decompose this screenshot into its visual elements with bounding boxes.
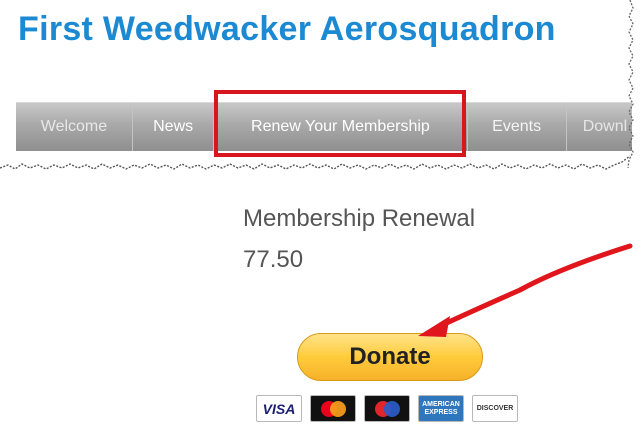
site-title: First Weedwacker Aerosquadron (18, 10, 556, 48)
nav-item-events[interactable]: Events (468, 103, 567, 151)
visa-label: VISA (262, 400, 296, 417)
maestro-icon (364, 395, 410, 422)
visa-card-icon: VISA (256, 395, 302, 422)
discover-card-icon: DISCOVER (472, 395, 518, 422)
product-title: Membership Renewal (243, 205, 476, 232)
torn-edge-divider (0, 155, 631, 170)
torn-edge-right (627, 0, 634, 169)
site-header-snippet: First Weedwacker Aerosquadron Welcome Ne… (10, 0, 632, 166)
payment-cards: VISA AMERICAN EXPRESS DISCOVER (256, 395, 518, 422)
mastercard-icon (310, 395, 356, 422)
amex-card-icon: AMERICAN EXPRESS (418, 395, 464, 422)
nav-item-welcome[interactable]: Welcome (16, 103, 133, 151)
main-nav: Welcome News Renew Your Membership Event… (16, 102, 632, 151)
donate-button[interactable]: Donate (297, 333, 483, 381)
nav-item-renew-membership[interactable]: Renew Your Membership (214, 103, 468, 151)
nav-item-news[interactable]: News (133, 103, 215, 151)
amex-label: AMERICAN EXPRESS (422, 400, 460, 416)
discover-label: DISCOVER (476, 405, 514, 412)
product-price: 77.50 (243, 246, 304, 273)
